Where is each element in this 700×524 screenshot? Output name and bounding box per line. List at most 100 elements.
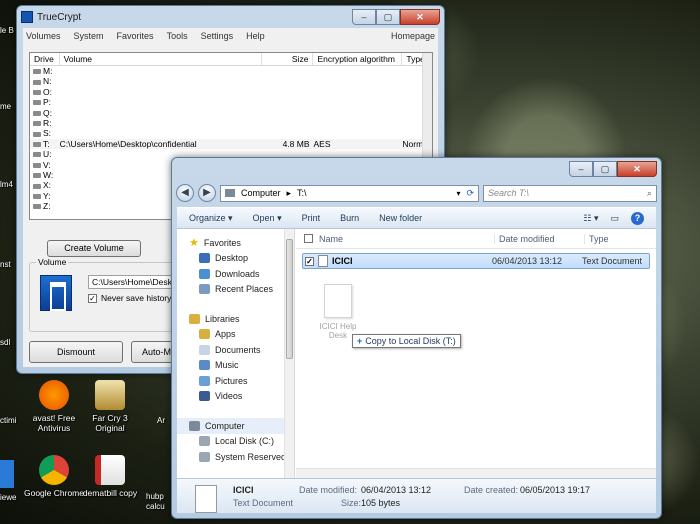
close-button[interactable]: ✕ (400, 9, 440, 25)
menu-volumes[interactable]: Volumes (26, 31, 61, 41)
address-dropdown-icon[interactable]: ▾ (456, 189, 460, 198)
nav-music[interactable]: Music (177, 358, 294, 374)
forward-button[interactable]: ▶ (198, 184, 216, 202)
drive-row[interactable]: P: (30, 97, 432, 107)
file-row[interactable]: ✓ ICICI 06/04/2013 13:12 Text Document (302, 253, 650, 269)
organize-button[interactable]: Organize ▾ (189, 213, 233, 224)
drive-cell-volume (60, 76, 262, 86)
breadcrumb-computer[interactable]: Computer (241, 188, 281, 198)
address-bar[interactable]: Computer ▸ T:\ ▾ ⟳ (220, 184, 479, 202)
drive-row[interactable]: Q: (30, 108, 432, 118)
drive-cell-size (262, 76, 313, 86)
minimize-button[interactable]: – (569, 161, 593, 177)
drive-icon (33, 162, 41, 168)
preview-pane-icon[interactable]: ▭ (610, 213, 619, 224)
avast-icon (39, 380, 69, 410)
libraries-icon (189, 313, 200, 324)
col-name[interactable]: Name (296, 234, 494, 244)
drive-row[interactable]: N: (30, 76, 432, 86)
scrollbar-thumb[interactable] (286, 239, 293, 359)
drive-cell-algorithm (314, 108, 403, 118)
volume-group-label: Volume (36, 257, 69, 267)
file-list[interactable]: Name Date modified Type ✓ ICICI 06/04/20… (296, 229, 656, 478)
menu-tools[interactable]: Tools (167, 31, 188, 41)
drive-cell-algorithm (314, 87, 403, 97)
drive-icon (33, 204, 41, 210)
explorer-titlebar[interactable]: – ▢ ✕ (172, 158, 661, 180)
desktop-icon (199, 253, 210, 264)
never-save-history-checkbox[interactable]: ✓ Never save history (88, 293, 171, 303)
new-folder-button[interactable]: New folder (379, 213, 422, 223)
print-button[interactable]: Print (302, 213, 321, 223)
drive-row[interactable]: O: (30, 87, 432, 97)
refresh-icon[interactable]: ⟳ (466, 188, 474, 199)
menu-favorites[interactable]: Favorites (117, 31, 154, 41)
nav-videos[interactable]: Videos (177, 389, 294, 405)
truecrypt-titlebar[interactable]: TrueCrypt – ▢ ✕ (17, 6, 444, 28)
truecrypt-logo-icon (40, 275, 72, 311)
file-type: Text Document (582, 256, 643, 266)
drive-row[interactable]: R: (30, 118, 432, 128)
nav-apps[interactable]: Apps (177, 327, 294, 343)
nav-system-reserved[interactable]: System Reserved (177, 449, 294, 465)
nav-pictures[interactable]: Pictures (177, 373, 294, 389)
col-drive[interactable]: Drive (30, 53, 60, 65)
view-options-icon[interactable]: ☷ ▾ (583, 213, 598, 224)
create-volume-button[interactable]: Create Volume (47, 240, 141, 257)
drive-icon (33, 131, 41, 137)
desktop-icon-chrome[interactable]: Google Chrome (22, 455, 86, 498)
nav-documents[interactable]: Documents (177, 342, 294, 358)
help-icon[interactable]: ? (631, 211, 644, 225)
dismount-button[interactable]: Dismount (29, 341, 123, 363)
drive-cell-volume (60, 128, 262, 138)
col-volume[interactable]: Volume (60, 53, 263, 65)
file-list-scrollbar[interactable] (296, 468, 656, 478)
drive-row[interactable]: T: C:\Users\Home\Desktop\confidential 4.8 … (30, 138, 432, 150)
nav-favorites[interactable]: ★ Favorites (177, 235, 294, 251)
nav-recent-places[interactable]: Recent Places (177, 282, 294, 298)
menu-system[interactable]: System (74, 31, 104, 41)
col-type[interactable]: Type (584, 233, 656, 244)
menu-homepage[interactable]: Homepage (391, 31, 435, 41)
teamviewer-icon[interactable] (0, 460, 14, 488)
drive-cell-drive: T: (30, 139, 60, 149)
breadcrumb-drive[interactable]: T:\ (297, 188, 307, 198)
drag-drop-tooltip: + Copy to Local Disk (T:) (352, 334, 461, 348)
maximize-button[interactable]: ▢ (593, 161, 617, 177)
nav-pane-scrollbar[interactable] (284, 229, 294, 478)
recent-places-icon (199, 284, 210, 295)
details-size: 105 bytes (361, 498, 401, 508)
drive-cell-volume (60, 66, 262, 76)
col-date-modified[interactable]: Date modified (494, 233, 584, 244)
open-button[interactable]: Open ▾ (253, 213, 282, 224)
col-size[interactable]: Size (262, 53, 314, 65)
col-algorithm[interactable]: Encryption algorithm (313, 53, 403, 65)
nav-libraries[interactable]: Libraries (177, 311, 294, 327)
documents-icon (199, 344, 210, 355)
close-button[interactable]: ✕ (617, 161, 657, 177)
nav-downloads[interactable]: Downloads (177, 266, 294, 282)
desktop-icon-avast[interactable]: avast! Free Antivirus (22, 380, 86, 433)
menu-settings[interactable]: Settings (201, 31, 234, 41)
drive-cell-volume: C:\Users\Home\Desktop\confidential (59, 138, 197, 149)
desktop-icon-farcry3[interactable]: Far Cry 3 Original (78, 380, 142, 433)
nav-desktop[interactable]: Desktop (177, 251, 294, 267)
drive-icon (33, 110, 41, 116)
nav-local-disk-c[interactable]: Local Disk (C:) (177, 434, 294, 450)
drive-cell-drive: U: (30, 149, 60, 159)
burn-button[interactable]: Burn (340, 213, 359, 223)
drive-cell-drive: X: (30, 180, 60, 190)
back-button[interactable]: ◀ (176, 184, 194, 202)
breadcrumb-separator[interactable]: ▸ (287, 188, 292, 199)
drive-row[interactable]: M: (30, 66, 432, 76)
drive-row[interactable]: S: (30, 128, 432, 138)
minimize-button[interactable]: – (352, 9, 376, 25)
row-checkbox[interactable]: ✓ (305, 256, 314, 266)
search-input[interactable]: Search T:\ ⌕ (483, 184, 657, 202)
desktop-icon-dematbill[interactable]: dematbill copy (78, 455, 142, 498)
nav-computer[interactable]: Computer (177, 418, 294, 434)
select-all-checkbox[interactable] (304, 234, 313, 243)
drive-cell-size (262, 108, 313, 118)
menu-help[interactable]: Help (246, 31, 265, 41)
maximize-button[interactable]: ▢ (376, 9, 400, 25)
